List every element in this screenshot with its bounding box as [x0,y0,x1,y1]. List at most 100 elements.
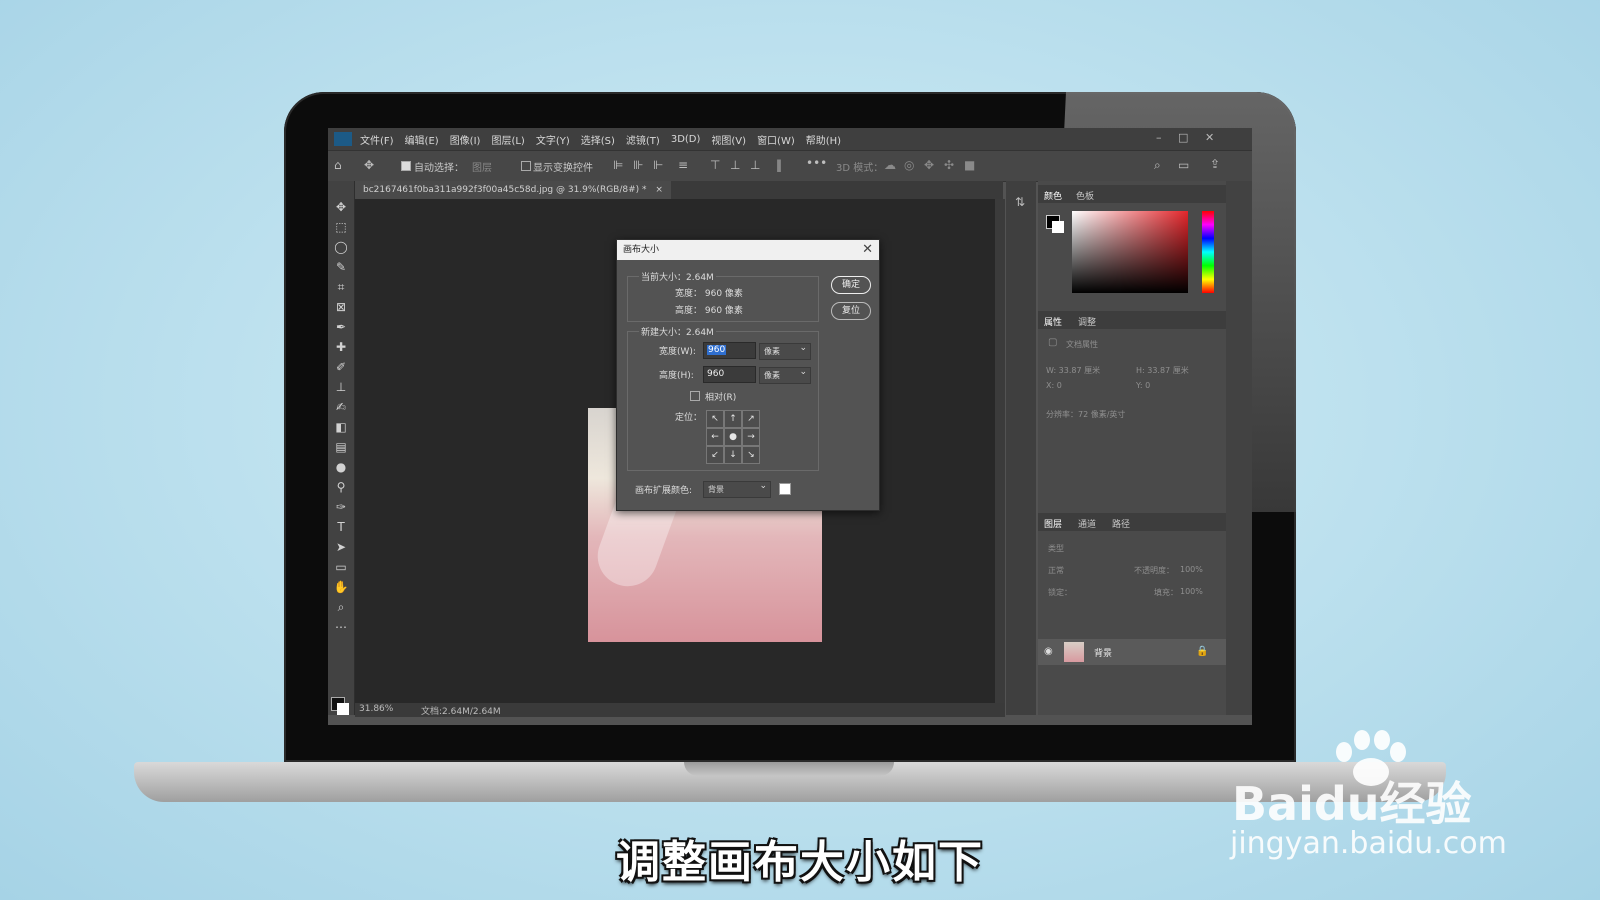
move-tool-icon[interactable]: ✥ [364,158,374,172]
maximize-icon[interactable]: □ [1178,131,1188,144]
anchor-center-icon[interactable]: ● [724,428,742,446]
menu-help[interactable]: 帮助(H) [806,132,841,147]
more-tools-icon[interactable]: ⋯ [333,619,349,635]
distribute-v-icon[interactable]: ‖ [776,158,782,172]
anchor-n-icon[interactable]: ↑ [724,410,742,428]
menu-layer[interactable]: 图层(L) [491,132,524,147]
show-transform-checkbox[interactable] [521,161,531,171]
quick-select-icon[interactable]: ✎ [333,259,349,275]
ext-color-swatch[interactable] [779,483,791,495]
layer-row[interactable]: ◉ 背景 🔒 [1038,639,1226,665]
brush-icon[interactable]: ✐ [333,359,349,375]
canvas-scrollbar[interactable] [995,199,1005,703]
workspace-icon[interactable]: ▭ [1178,158,1189,172]
tab-layers[interactable]: 图层 [1044,517,1062,530]
width-unit-select[interactable]: 像素 [759,341,811,360]
anchor-s-icon[interactable]: ↓ [724,446,742,464]
home-icon[interactable]: ⌂ [334,158,342,172]
lasso-icon[interactable]: ◯ [333,239,349,255]
height-unit-select[interactable]: 像素 [759,365,811,384]
minimize-icon[interactable]: – [1156,131,1162,144]
anchor-w-icon[interactable]: ← [706,428,724,446]
menu-select[interactable]: 选择(S) [581,132,615,147]
zoom-level[interactable]: 31.86% [359,704,393,714]
ok-button[interactable]: 确定 [831,276,871,294]
opacity-field[interactable]: 100% [1180,565,1203,574]
history-brush-icon[interactable]: ✍ [333,399,349,415]
ps-logo-icon[interactable] [334,132,352,146]
auto-select-checkbox[interactable] [401,161,411,171]
anchor-se-icon[interactable]: ↘ [742,446,760,464]
3d-slide-icon[interactable]: ✣ [944,158,954,172]
gradient-icon[interactable]: ▤ [333,439,349,455]
dialog-close-icon[interactable]: ✕ [862,240,873,260]
3d-camera-icon[interactable]: ■ [964,158,975,172]
ext-color-select[interactable]: 背景 [703,479,771,498]
search-icon[interactable]: ⌕ [1154,158,1161,173]
blur-icon[interactable]: ● [333,459,349,475]
more-icon[interactable]: ••• [806,156,827,170]
pen-icon[interactable]: ✑ [333,499,349,515]
align-bottom-icon[interactable]: ⊥ [750,158,760,172]
menu-3d[interactable]: 3D(D) [671,134,701,145]
background-color-swatch[interactable] [337,703,349,715]
close-window-icon[interactable]: ✕ [1205,131,1214,144]
fill-field[interactable]: 100% [1180,587,1203,596]
color-bg-swatch[interactable] [1052,221,1064,233]
zoom-icon[interactable]: ⌕ [333,599,349,615]
tab-swatches[interactable]: 色板 [1076,189,1094,202]
menu-image[interactable]: 图像(I) [450,132,481,147]
tab-adjustments[interactable]: 调整 [1078,315,1096,328]
auto-select-dropdown[interactable]: 图层 [472,159,492,174]
color-picker-field[interactable] [1072,211,1188,293]
path-select-icon[interactable]: ➤ [333,539,349,555]
rectangle-icon[interactable]: ▭ [333,559,349,575]
3d-orbit-icon[interactable]: ☁ [884,158,896,172]
menu-filter[interactable]: 滤镜(T) [626,132,660,147]
menu-type[interactable]: 文字(Y) [536,132,570,147]
anchor-e-icon[interactable]: → [742,428,760,446]
hue-slider[interactable] [1202,211,1214,293]
tab-properties[interactable]: 属性 [1044,315,1062,328]
tab-paths[interactable]: 路径 [1112,517,1130,530]
menu-edit[interactable]: 编辑(E) [405,132,439,147]
align-top-icon[interactable]: ⊤ [710,158,720,172]
move-icon[interactable]: ✥ [333,199,349,215]
layer-name[interactable]: 背景 [1094,646,1112,659]
align-middle-icon[interactable]: ⊥ [730,158,740,172]
3d-pan-icon[interactable]: ✥ [924,158,934,172]
anchor-nw-icon[interactable]: ↖ [706,410,724,428]
eraser-icon[interactable]: ◧ [333,419,349,435]
dodge-icon[interactable]: ⚲ [333,479,349,495]
menu-window[interactable]: 窗口(W) [757,132,795,147]
share-icon[interactable]: ⇪ [1210,157,1220,171]
layer-kind-filter[interactable]: 类型 [1048,543,1064,554]
menu-file[interactable]: 文件(F) [360,132,394,147]
frame-icon[interactable]: ⊠ [333,299,349,315]
marquee-icon[interactable]: ⬚ [333,219,349,235]
align-left-icon[interactable]: ⊫ [613,158,623,172]
height-input[interactable]: 960 [703,366,756,383]
align-right-icon[interactable]: ⊩ [653,158,663,172]
blend-mode-dropdown[interactable]: 正常 [1048,565,1064,576]
tab-channels[interactable]: 通道 [1078,517,1096,530]
document-tab[interactable]: bc2167461f0ba311a992f3f00a45c58d.jpg @ 3… [355,181,671,199]
eyedropper-icon[interactable]: ✒ [333,319,349,335]
history-icon[interactable]: ⇅ [1015,195,1025,209]
type-icon[interactable]: T [333,519,349,535]
healing-icon[interactable]: ✚ [333,339,349,355]
align-center-icon[interactable]: ⊪ [633,158,643,172]
menu-view[interactable]: 视图(V) [711,132,746,147]
anchor-sw-icon[interactable]: ↙ [706,446,724,464]
width-input[interactable]: 960 [703,342,756,359]
stamp-icon[interactable]: ⊥ [333,379,349,395]
anchor-ne-icon[interactable]: ↗ [742,410,760,428]
crop-icon[interactable]: ⌗ [333,279,349,295]
hand-icon[interactable]: ✋ [333,579,349,595]
visibility-eye-icon[interactable]: ◉ [1044,646,1053,657]
distribute-icon[interactable]: ≡ [678,158,688,172]
reset-button[interactable]: 复位 [831,302,871,320]
tab-close-icon[interactable]: × [655,185,663,195]
relative-checkbox[interactable] [690,391,700,401]
tab-color[interactable]: 颜色 [1044,189,1062,202]
